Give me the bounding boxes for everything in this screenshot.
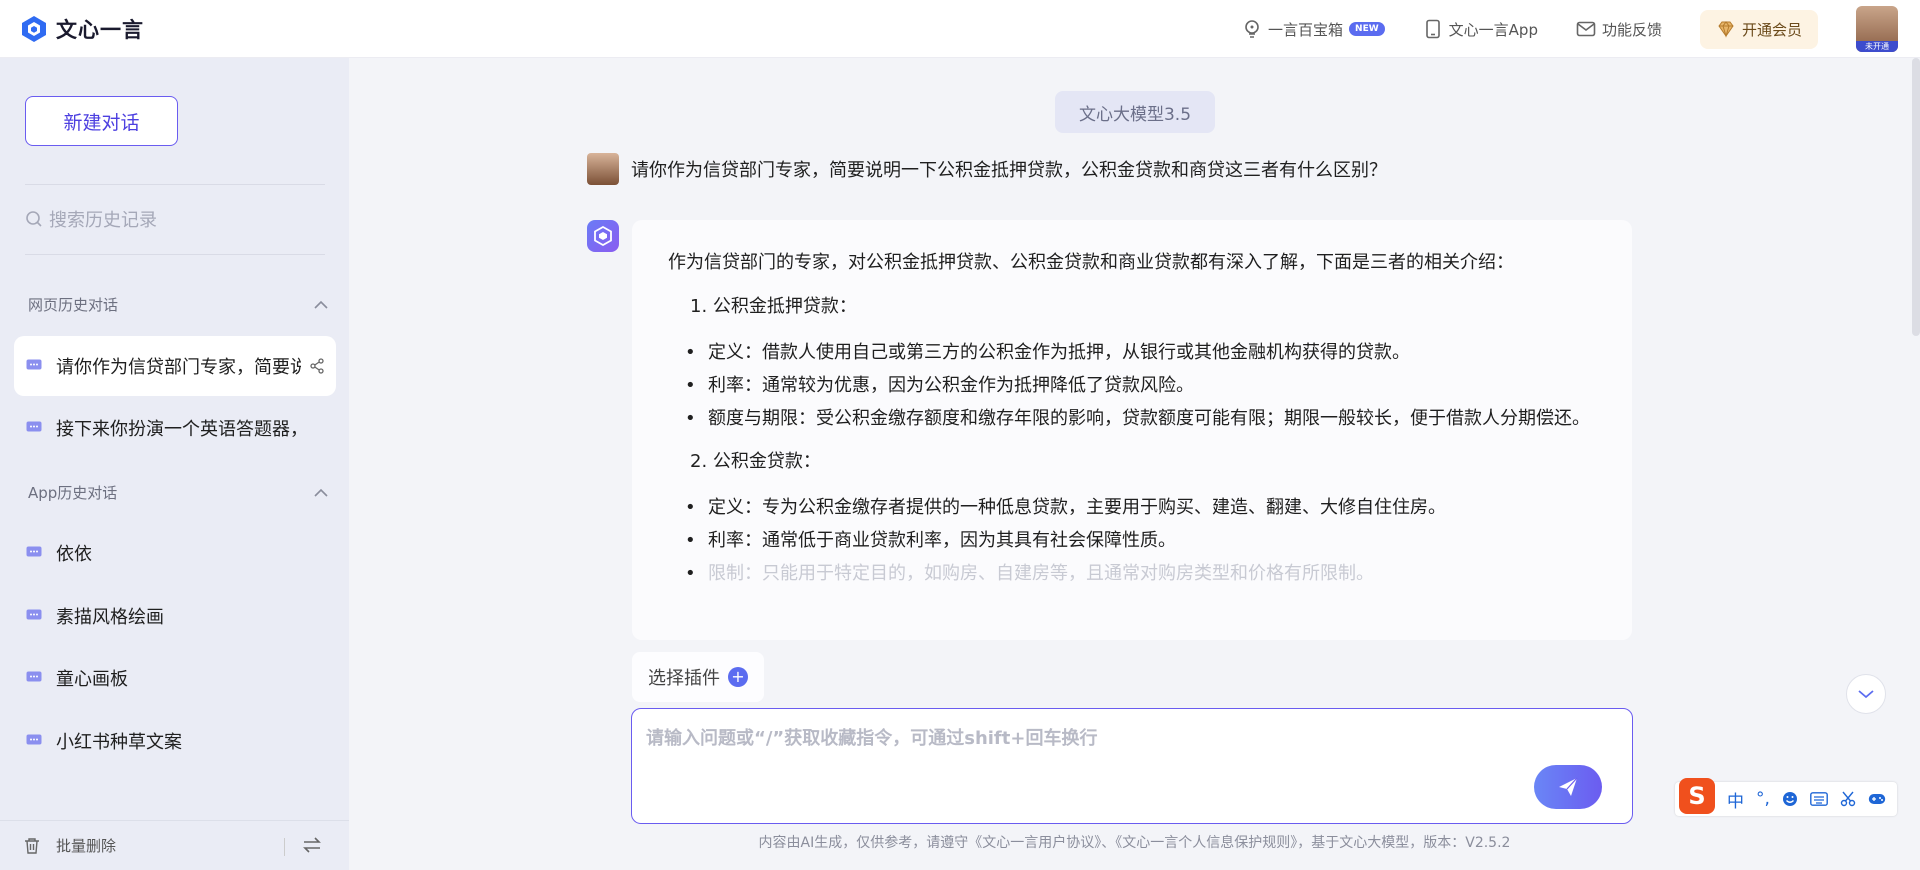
history-item-label: 请你作为信贷部门专家，简要说 bbox=[56, 357, 301, 378]
app-label: 文心一言App bbox=[1448, 20, 1538, 39]
batch-delete-label: 批量删除 bbox=[56, 837, 117, 855]
feedback-link[interactable]: 功能反馈 bbox=[1576, 19, 1662, 40]
punctuation-icon[interactable]: °, bbox=[1756, 789, 1770, 809]
history-item[interactable]: 请你作为信贷部门专家，简要说 bbox=[14, 336, 336, 396]
divider bbox=[25, 254, 325, 255]
top-actions: 一言百宝箱 NEW 文心一言App 功能反馈 开通会员 未开通 bbox=[1242, 0, 1898, 58]
emoji-icon[interactable] bbox=[1782, 791, 1798, 807]
diamond-icon bbox=[1718, 21, 1734, 38]
chat-bubble-icon bbox=[26, 359, 42, 370]
answer-bullet: 利率：通常较为优惠，因为公积金作为抵押降低了贷款风险。 bbox=[668, 369, 1596, 402]
swap-icon[interactable] bbox=[303, 837, 321, 853]
brand-logo[interactable]: 文心一言 bbox=[20, 14, 144, 44]
app-history-item[interactable]: 小红书种草文案 bbox=[14, 711, 336, 771]
history-item-label: 童心画板 bbox=[56, 669, 128, 690]
sidebar: 新建对话 搜索历史记录 网页历史对话 请你作为信贷部门专家，简要说 接下来你扮演… bbox=[0, 58, 349, 870]
bulb-icon bbox=[1245, 20, 1259, 38]
assistant-avatar bbox=[587, 220, 619, 252]
avatar-status-tag: 未开通 bbox=[1856, 41, 1898, 52]
history-item-label: 素描风格绘画 bbox=[56, 607, 164, 628]
share-icon[interactable] bbox=[309, 358, 325, 374]
app-history-item[interactable]: 童心画板 bbox=[14, 648, 336, 708]
history-search[interactable]: 搜索历史记录 bbox=[25, 206, 157, 232]
new-badge: NEW bbox=[1349, 22, 1385, 36]
chat-bubble-icon bbox=[26, 734, 42, 745]
app-history-title: App历史对话 bbox=[28, 484, 118, 502]
history-item-label: 依依 bbox=[56, 544, 92, 565]
plugin-label: 选择插件 bbox=[648, 668, 720, 689]
assistant-answer: 作为信贷部门的专家，对公积金抵押贷款、公积金贷款和商业贷款都有深入了解，下面是三… bbox=[632, 220, 1632, 640]
wenxin-logo-icon bbox=[22, 16, 46, 42]
plugin-selector[interactable]: 选择插件 + bbox=[632, 652, 764, 702]
search-icon bbox=[26, 211, 42, 227]
mail-icon bbox=[1576, 21, 1596, 37]
chat-bubble-icon bbox=[26, 421, 42, 432]
answer-bullet: 定义：借款人使用自己或第三方的公积金作为抵押，从银行或其他金融机构获得的贷款。 bbox=[668, 336, 1596, 369]
scroll-down-button[interactable] bbox=[1846, 674, 1886, 714]
chevron-up-icon bbox=[314, 488, 328, 497]
chat-input[interactable] bbox=[646, 723, 1546, 753]
scrollbar[interactable] bbox=[1912, 58, 1920, 336]
user-avatar bbox=[587, 153, 619, 185]
vip-button[interactable]: 开通会员 bbox=[1699, 9, 1818, 49]
divider bbox=[25, 184, 325, 185]
batch-delete-button[interactable]: 批量删除 bbox=[24, 835, 116, 856]
app-link[interactable]: 文心一言App bbox=[1423, 19, 1538, 40]
feedback-label: 功能反馈 bbox=[1601, 20, 1662, 39]
chat-bubble-icon bbox=[26, 546, 42, 557]
scissors-icon[interactable] bbox=[1840, 791, 1856, 807]
answer-bullet: 利率：通常低于商业贷款利率，因为其具有社会保障性质。 bbox=[668, 524, 1596, 557]
app-history-item[interactable]: 依依 bbox=[14, 523, 336, 583]
toolbox-link[interactable]: 一言百宝箱 NEW bbox=[1242, 19, 1385, 40]
new-chat-button[interactable]: 新建对话 bbox=[25, 96, 178, 146]
brand-name: 文心一言 bbox=[56, 18, 144, 42]
model-selector[interactable]: 文心大模型3.5 bbox=[1055, 91, 1215, 133]
chevron-up-icon bbox=[314, 300, 328, 309]
send-icon bbox=[1559, 777, 1578, 796]
answer-section-title: 1. 公积金抵押贷款： bbox=[690, 296, 857, 317]
toolbox-label: 一言百宝箱 bbox=[1268, 20, 1344, 39]
user-avatar[interactable]: 未开通 bbox=[1856, 6, 1898, 52]
chat-main: 文心大模型3.5 请你作为信贷部门专家，简要说明一下公积金抵押贷款，公积金贷款和… bbox=[349, 58, 1920, 870]
history-item-label: 小红书种草文案 bbox=[56, 732, 182, 753]
user-question: 请你作为信贷部门专家，简要说明一下公积金抵押贷款，公积金贷款和商贷这三者有什么区… bbox=[631, 160, 1387, 181]
phone-icon bbox=[1425, 19, 1440, 39]
answer-bullet: 额度与期限：受公积金缴存额度和缴存年限的影响，贷款额度可能有限；期限一般较长，便… bbox=[668, 402, 1596, 435]
sogou-logo: S bbox=[1679, 778, 1715, 814]
wenxin-bot-icon bbox=[594, 226, 612, 246]
vip-label: 开通会员 bbox=[1741, 20, 1802, 39]
divider bbox=[284, 838, 285, 856]
gamepad-icon[interactable] bbox=[1868, 792, 1886, 806]
search-placeholder: 搜索历史记录 bbox=[49, 210, 157, 231]
app-history-header[interactable]: App历史对话 bbox=[28, 482, 328, 503]
send-button[interactable] bbox=[1534, 765, 1602, 809]
user-message: 请你作为信贷部门专家，简要说明一下公积金抵押贷款，公积金贷款和商贷这三者有什么区… bbox=[587, 153, 1387, 185]
chat-bubble-icon bbox=[26, 671, 42, 682]
chat-bubble-icon bbox=[26, 609, 42, 620]
answer-section-title: 2. 公积金贷款： bbox=[690, 451, 821, 472]
trash-icon bbox=[25, 838, 39, 854]
keyboard-icon[interactable] bbox=[1810, 792, 1828, 806]
ime-mode[interactable]: 中 bbox=[1727, 787, 1744, 812]
answer-bullet: 定义：专为公积金缴存者提供的一种低息贷款，主要用于购买、建造、翻建、大修自住住房… bbox=[668, 491, 1596, 524]
chat-input-box[interactable] bbox=[631, 708, 1633, 824]
web-history-title: 网页历史对话 bbox=[28, 296, 119, 314]
answer-bullet: 限制：只能用于特定目的，如购房、自建房等，且通常对购房类型和价格有所限制。 bbox=[668, 557, 1596, 590]
ime-toolbar[interactable]: S 中 °, bbox=[1675, 778, 1897, 816]
history-item[interactable]: 接下来你扮演一个英语答题器，我 bbox=[14, 398, 336, 458]
history-item-label: 接下来你扮演一个英语答题器，我 bbox=[56, 419, 301, 440]
plus-icon: + bbox=[728, 667, 748, 687]
answer-fade bbox=[632, 600, 1632, 640]
sidebar-footer: 批量删除 bbox=[0, 820, 349, 870]
chevron-down-icon bbox=[1858, 690, 1874, 699]
top-bar: 文心一言 一言百宝箱 NEW 文心一言App 功能反馈 开通会员 未开通 bbox=[0, 0, 1920, 58]
answer-intro: 作为信贷部门的专家，对公积金抵押贷款、公积金贷款和商业贷款都有深入了解，下面是三… bbox=[668, 252, 1514, 273]
web-history-header[interactable]: 网页历史对话 bbox=[28, 294, 328, 315]
disclaimer-footer: 内容由AI生成，仅供参考，请遵守《文心一言用户协议》、《文心一言个人信息保护规则… bbox=[758, 835, 1511, 851]
app-history-item[interactable]: 素描风格绘画 bbox=[14, 586, 336, 646]
